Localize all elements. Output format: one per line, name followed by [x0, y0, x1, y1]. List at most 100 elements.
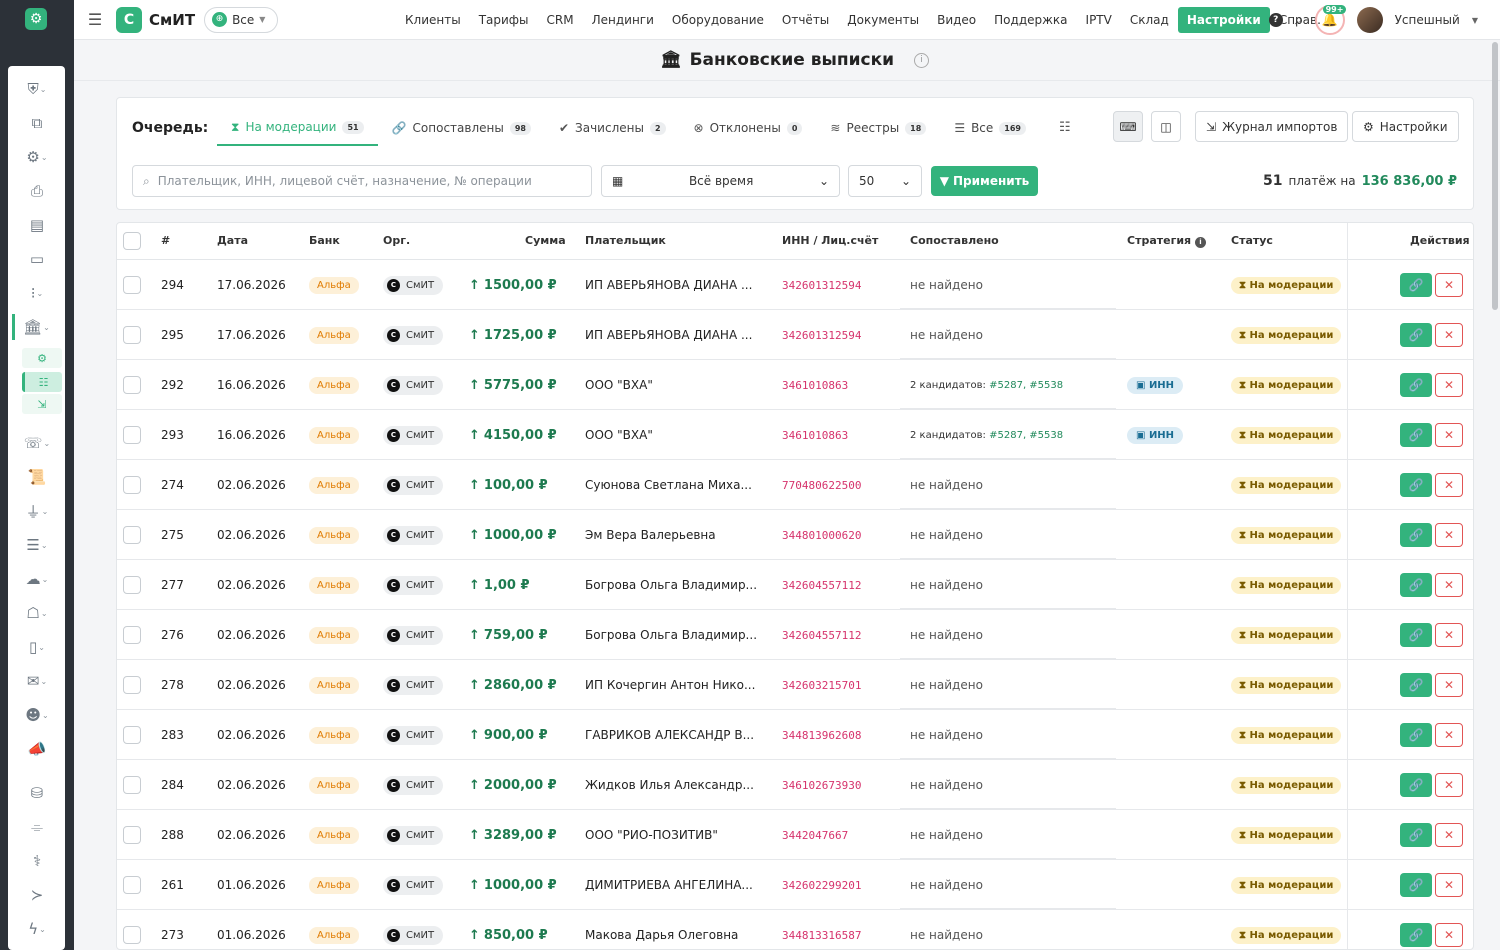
- scope-selector[interactable]: ⊕ Все ▼: [204, 6, 279, 33]
- rail-item-stethoscope[interactable]: ⚕: [20, 848, 54, 874]
- row-inn[interactable]: 342602299201: [782, 860, 861, 910]
- reject-button[interactable]: ✕: [1435, 473, 1463, 497]
- brand[interactable]: С СмИТ: [116, 6, 195, 33]
- rail-item-robot[interactable]: ☖ ⌄: [20, 600, 54, 626]
- rail-item-traffic-light[interactable]: ⁝ ⌄: [20, 280, 54, 306]
- link-button[interactable]: 🔗: [1400, 423, 1432, 447]
- nav-item-5[interactable]: Отчёты: [773, 7, 838, 33]
- search-icon[interactable]: ⌕: [1295, 12, 1303, 28]
- row-inn[interactable]: 3461010863: [782, 410, 848, 460]
- col-date[interactable]: Дата: [217, 223, 248, 259]
- nav-item-1[interactable]: Тарифы: [470, 7, 538, 33]
- reject-button[interactable]: ✕: [1435, 523, 1463, 547]
- rail-sub-bank-statements[interactable]: ☷: [22, 372, 62, 392]
- avatar[interactable]: [1356, 7, 1383, 33]
- sliders-icon[interactable]: ☷: [1059, 120, 1071, 135]
- col-inn[interactable]: ИНН / Лиц.счёт: [782, 223, 878, 259]
- row-inn[interactable]: 3461010863: [782, 360, 848, 410]
- tab-layers[interactable]: ≋ Реестры 18: [816, 110, 940, 146]
- link-button[interactable]: 🔗: [1400, 823, 1432, 847]
- info-icon[interactable]: i: [1194, 237, 1206, 248]
- rail-item-phone[interactable]: ☏ ⌄: [20, 430, 54, 456]
- row-inn[interactable]: 342601312594: [782, 310, 861, 360]
- reject-button[interactable]: ✕: [1435, 573, 1463, 597]
- rail-item-database[interactable]: ⛁: [20, 780, 54, 806]
- apply-button[interactable]: ▼ Применить: [931, 166, 1038, 196]
- rail-item-plug[interactable]: ⏚ ⌄: [20, 498, 54, 524]
- notifications-button[interactable]: 🔔 99+: [1314, 5, 1347, 35]
- link-button[interactable]: 🔗: [1400, 373, 1432, 397]
- caret-down-icon[interactable]: ▼: [1472, 16, 1478, 25]
- reject-button[interactable]: ✕: [1435, 673, 1463, 697]
- link-button[interactable]: 🔗: [1400, 473, 1432, 497]
- rail-sub-bank-import[interactable]: ⇲: [22, 394, 62, 414]
- reject-button[interactable]: ✕: [1435, 823, 1463, 847]
- row-inn[interactable]: 770480622500: [782, 460, 861, 510]
- link-button[interactable]: 🔗: [1400, 323, 1432, 347]
- reject-button[interactable]: ✕: [1435, 723, 1463, 747]
- nav-item-2[interactable]: CRM: [538, 7, 583, 33]
- row-checkbox[interactable]: [123, 776, 141, 794]
- rail-item-card[interactable]: ▭: [20, 246, 54, 272]
- row-checkbox[interactable]: [123, 926, 141, 944]
- row-checkbox[interactable]: [123, 626, 141, 644]
- row-inn[interactable]: 342601312594: [782, 260, 861, 310]
- nav-item-4[interactable]: Оборудование: [663, 7, 773, 33]
- rail-item-bank[interactable]: 🏛 ⌄: [12, 314, 58, 340]
- row-inn[interactable]: 344813316587: [782, 910, 861, 949]
- import-journal-button[interactable]: ⇲ Журнал импортов: [1195, 111, 1349, 142]
- col-strategy[interactable]: Стратегия i: [1127, 223, 1206, 259]
- link-button[interactable]: 🔗: [1400, 573, 1432, 597]
- rail-item-scroll[interactable]: 📜: [20, 464, 54, 490]
- columns-button[interactable]: ◫: [1151, 111, 1181, 142]
- match-candidate-links[interactable]: #5287, #5538: [989, 380, 1063, 391]
- rail-item-terminal[interactable]: ≻: [20, 882, 54, 908]
- rail-item-printer[interactable]: ⎙: [20, 178, 54, 204]
- row-checkbox[interactable]: [123, 476, 141, 494]
- info-icon[interactable]: i: [914, 52, 930, 68]
- rail-item-gears[interactable]: ⚙ ⌄: [20, 144, 54, 170]
- col-matched[interactable]: Сопоставлено: [910, 223, 999, 259]
- row-checkbox[interactable]: [123, 826, 141, 844]
- nav-item-8[interactable]: Поддержка: [985, 7, 1076, 33]
- help-icon[interactable]: ?: [1268, 13, 1283, 27]
- link-button[interactable]: 🔗: [1400, 673, 1432, 697]
- link-button[interactable]: 🔗: [1400, 923, 1432, 947]
- rail-item-shield[interactable]: ⛨ ⌄: [20, 76, 54, 102]
- row-checkbox[interactable]: [123, 376, 141, 394]
- row-inn[interactable]: 342604557112: [782, 610, 861, 660]
- row-checkbox[interactable]: [123, 726, 141, 744]
- row-checkbox[interactable]: [123, 876, 141, 894]
- rail-item-bullhorn[interactable]: 📣: [20, 736, 54, 762]
- nav-item-3[interactable]: Лендинги: [583, 7, 663, 33]
- col-num[interactable]: #: [161, 223, 170, 259]
- nav-item-10[interactable]: Склад: [1121, 7, 1178, 33]
- reject-button[interactable]: ✕: [1435, 873, 1463, 897]
- reject-button[interactable]: ✕: [1435, 423, 1463, 447]
- app-logo-icon[interactable]: ⚙: [25, 8, 47, 30]
- rail-item-cash-register[interactable]: ▤: [20, 212, 54, 238]
- nav-item-6[interactable]: Документы: [838, 7, 928, 33]
- rail-item-cloud[interactable]: ☁ ⌄: [20, 566, 54, 592]
- row-checkbox[interactable]: [123, 276, 141, 294]
- rail-item-broom[interactable]: ⌯: [20, 814, 54, 840]
- menu-icon[interactable]: ☰: [74, 10, 116, 29]
- rail-item-bolt[interactable]: ϟ ⌄: [20, 916, 54, 942]
- settings-button[interactable]: ⚙ Настройки: [1352, 111, 1459, 142]
- nav-item-7[interactable]: Видео: [928, 7, 985, 33]
- rail-item-users[interactable]: ☻ ⌄: [20, 702, 54, 728]
- nav-item-0[interactable]: Клиенты: [396, 7, 470, 33]
- page-scrollbar[interactable]: [1492, 42, 1498, 310]
- reject-button[interactable]: ✕: [1435, 273, 1463, 297]
- reject-button[interactable]: ✕: [1435, 373, 1463, 397]
- link-button[interactable]: 🔗: [1400, 773, 1432, 797]
- row-checkbox[interactable]: [123, 326, 141, 344]
- match-candidate-links[interactable]: #5287, #5538: [989, 430, 1063, 441]
- tab-x-circle[interactable]: ⊗ Отклонены 0: [680, 110, 817, 146]
- row-inn[interactable]: 344801000620: [782, 510, 861, 560]
- row-inn[interactable]: 346102673930: [782, 760, 861, 810]
- row-inn[interactable]: 342604557112: [782, 560, 861, 610]
- search-input[interactable]: ⌕ Плательщик, ИНН, лицевой счёт, назначе…: [132, 165, 592, 197]
- row-inn[interactable]: 3442047667: [782, 810, 848, 860]
- row-checkbox[interactable]: [123, 676, 141, 694]
